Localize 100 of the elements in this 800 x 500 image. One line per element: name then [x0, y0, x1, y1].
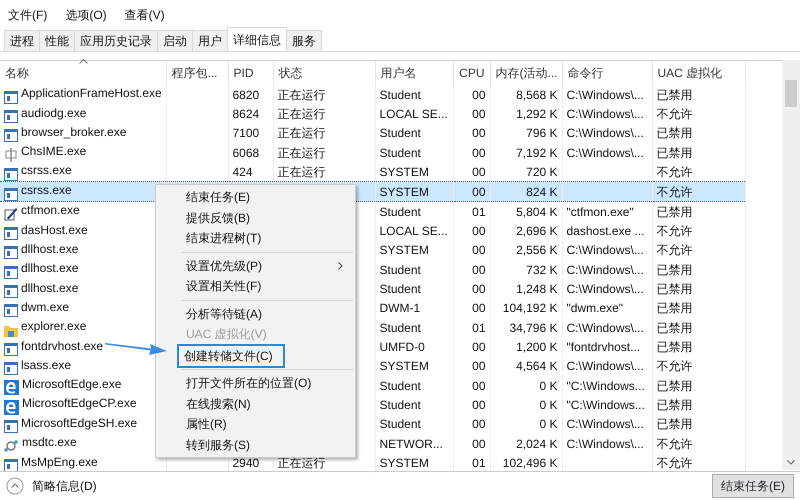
table-cell: C:\Windows\... — [566, 417, 644, 432]
table-cell: C:\Windows\... — [566, 146, 644, 161]
menu-item[interactable]: 在线搜索(N) — [156, 394, 355, 414]
column-header[interactable]: 内存(活动... — [496, 66, 558, 80]
menu-item[interactable]: 设置优先级(P) — [156, 256, 355, 276]
table-cell: 不允许 — [656, 436, 692, 452]
process-name: dwm.exe — [21, 300, 70, 315]
column-header[interactable]: 名称 — [5, 66, 29, 80]
table-cell: "ctfmon.exe" — [566, 204, 634, 220]
table-cell: 7100 — [232, 126, 260, 142]
table-cell: 1,200 K — [516, 340, 558, 356]
process-name: audiodg.exe — [21, 106, 86, 121]
table-cell: 732 K — [526, 262, 558, 278]
table-cell: 00 — [472, 282, 486, 298]
table-cell: 00 — [472, 88, 486, 103]
scrollbar-thumb[interactable] — [785, 80, 797, 107]
menu-item[interactable]: 属性(R) — [156, 414, 355, 434]
pen-icon — [4, 206, 18, 222]
table-cell: 7,192 K — [516, 146, 558, 161]
process-name: fontdrvhost.exe — [21, 338, 104, 354]
tab[interactable]: 用户 — [192, 30, 228, 51]
tab[interactable]: 性能 — [39, 30, 75, 51]
table-cell: 正在运行 — [278, 456, 326, 472]
table-cell: 00 — [472, 378, 486, 394]
process-name: csrss.exe — [21, 163, 72, 178]
menu-item[interactable]: 设置相关性(F) — [156, 276, 355, 296]
menu-item[interactable]: 查看(V) — [120, 6, 169, 30]
column-header[interactable]: 命令行 — [568, 66, 604, 80]
details-toggle-link[interactable]: 简略信息(D) — [32, 477, 97, 495]
table-cell: 已禁用 — [656, 398, 692, 414]
column-header[interactable]: PID — [234, 66, 254, 80]
table-cell: 00 — [472, 359, 486, 374]
table-cell: "fontdrvhost... — [566, 340, 640, 356]
menu-item[interactable]: 结束进程树(T) — [156, 228, 355, 248]
table-cell: 已禁用 — [656, 417, 692, 432]
table-cell: "C:\Windows... — [566, 378, 645, 394]
menu-item[interactable]: 文件(F) — [4, 6, 52, 30]
column-header[interactable]: 状态 — [278, 66, 302, 80]
end-task-button[interactable]: 结束任务(E) — [712, 474, 794, 498]
table-cell: 已禁用 — [656, 146, 692, 161]
table-cell: 已禁用 — [656, 282, 692, 298]
table-cell: 1,292 K — [516, 107, 558, 122]
table-cell: 00 — [472, 243, 486, 258]
scroll-down-icon[interactable] — [787, 460, 795, 465]
table-cell: 6820 — [232, 88, 260, 103]
table-cell: C:\Windows\... — [566, 320, 644, 336]
table-cell: Student — [380, 262, 421, 278]
table-cell: 不允许 — [656, 456, 692, 472]
menu-item[interactable]: 分析等待链(A) — [156, 304, 355, 324]
process-name: explorer.exe — [21, 319, 86, 334]
table-cell: 01 — [472, 204, 486, 220]
table-cell: "C:\Windows... — [566, 398, 645, 414]
table-cell: 1,248 K — [516, 282, 558, 298]
window-icon — [4, 226, 18, 241]
menu-item[interactable]: 转到服务(S) — [156, 434, 355, 455]
table-cell: 已禁用 — [656, 301, 692, 316]
table-cell: C:\Windows\... — [566, 262, 644, 278]
edge-e-icon — [4, 380, 19, 396]
column-header[interactable]: 用户名 — [380, 66, 416, 80]
table-cell: 0 K — [539, 378, 558, 394]
column-header[interactable]: UAC 虚拟化 — [658, 66, 722, 80]
table-cell: LOCAL SE... — [380, 107, 448, 122]
table-cell: 00 — [472, 340, 486, 356]
menu-item[interactable]: 打开文件所在的位置(O) — [156, 373, 355, 394]
tab[interactable]: 进程 — [4, 30, 40, 51]
table-cell: 2940 — [232, 456, 260, 472]
service-icon — [4, 438, 19, 454]
column-header[interactable]: CPU — [459, 66, 484, 80]
table-cell: 34,796 K — [509, 320, 558, 336]
table-cell: 正在运行 — [278, 146, 326, 161]
tab[interactable]: 服务 — [286, 30, 322, 51]
tab[interactable]: 应用历史记录 — [74, 30, 158, 51]
window-icon — [4, 264, 18, 280]
table-cell: 424 — [232, 164, 253, 180]
menu-item[interactable]: 提供反馈(B) — [156, 208, 355, 228]
process-name: dllhost.exe — [21, 242, 78, 257]
menu-item[interactable]: 结束任务(E) — [156, 187, 355, 208]
table-cell: Student — [380, 88, 421, 103]
window-icon — [4, 186, 18, 202]
collapse-chevron-icon[interactable] — [6, 477, 24, 495]
window-icon — [4, 128, 18, 143]
table-cell: 00 — [472, 107, 486, 122]
table-cell: 不允许 — [656, 359, 692, 374]
scrollbar[interactable] — [782, 60, 800, 470]
table-cell: 不允许 — [656, 243, 692, 258]
table-cell: C:\Windows\... — [566, 88, 644, 103]
table-cell: Student — [380, 126, 421, 142]
table-cell: Student — [380, 146, 421, 161]
table-cell: Student — [380, 398, 421, 414]
window-icon — [4, 458, 18, 473]
table-cell: 00 — [472, 126, 486, 142]
tab[interactable]: 启动 — [157, 30, 193, 51]
process-name: csrss.exe — [21, 183, 72, 198]
table-cell: Student — [380, 320, 421, 336]
column-header[interactable]: 程序包... — [172, 66, 218, 80]
table-cell: 2,556 K — [516, 243, 558, 258]
menu-item[interactable]: 选项(O) — [61, 6, 111, 30]
process-name: ctfmon.exe — [21, 203, 80, 218]
table-cell: 2,024 K — [516, 436, 558, 452]
table-cell: Student — [380, 204, 421, 220]
